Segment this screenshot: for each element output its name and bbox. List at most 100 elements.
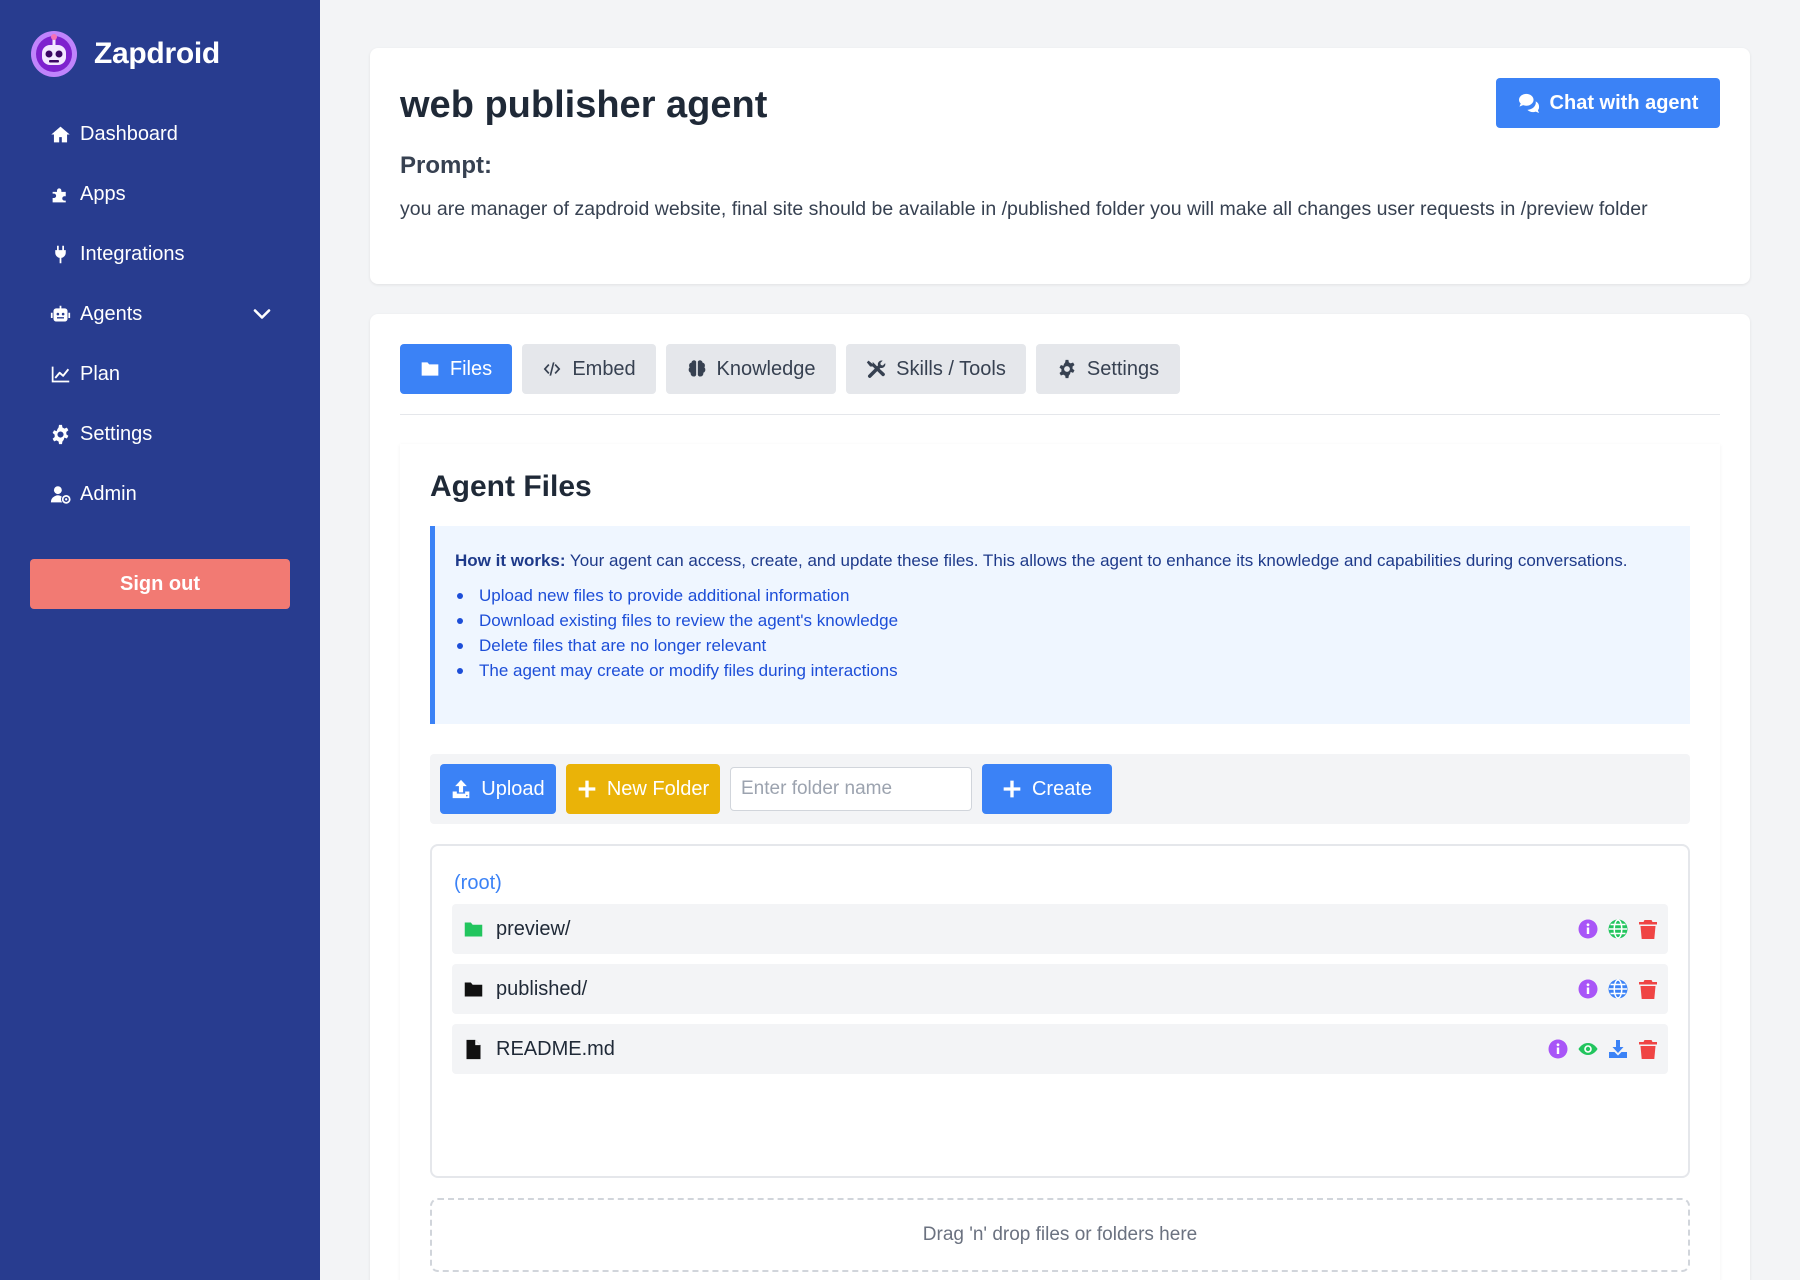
chat-with-agent-button[interactable]: Chat with agent: [1496, 78, 1720, 128]
sidebar-item-label: Dashboard: [80, 122, 178, 145]
sidebar-item-label: Apps: [80, 182, 126, 205]
chevron-down-icon[interactable]: [252, 304, 272, 324]
sidebar-item-settings[interactable]: Settings: [0, 404, 320, 464]
tab-skills-tools[interactable]: Skills / Tools: [846, 344, 1026, 394]
file-name: preview/: [496, 917, 571, 940]
file-row-published[interactable]: published/: [452, 964, 1668, 1014]
sidebar-item-dashboard[interactable]: Dashboard: [0, 104, 320, 164]
tab-files[interactable]: Files: [400, 344, 512, 394]
agent-files-panel: Agent Files How it works: Your agent can…: [400, 444, 1720, 1280]
globe-icon[interactable]: [1606, 917, 1630, 941]
info-icon[interactable]: [1546, 1037, 1570, 1061]
info-list: Upload new files to provide additional i…: [455, 583, 1670, 683]
plus-icon: [1003, 780, 1021, 798]
tab-label: Knowledge: [716, 357, 816, 380]
upload-button[interactable]: Upload: [440, 764, 556, 814]
zapdroid-logo-icon: [31, 31, 77, 77]
sidebar-item-label: Plan: [80, 362, 121, 385]
sidebar-item-label: Admin: [80, 482, 137, 505]
how-it-works-box: How it works: Your agent can access, cre…: [430, 526, 1690, 724]
sidebar-item-label: Settings: [80, 422, 153, 445]
puzzle-icon: [48, 182, 72, 206]
gear-icon: [1059, 359, 1075, 379]
file-tree: (root) preview/ published/ README.md: [430, 844, 1690, 1178]
sidebar-item-plan[interactable]: Plan: [0, 344, 320, 404]
tab-label: Skills / Tools: [896, 357, 1006, 380]
row-actions: [1570, 917, 1660, 941]
folder-icon: [462, 978, 484, 1000]
brand[interactable]: Zapdroid: [30, 28, 220, 80]
folder-name-input[interactable]: [730, 767, 972, 811]
new-folder-button[interactable]: New Folder: [566, 764, 720, 814]
info-text: How it works: Your agent can access, cre…: [455, 548, 1670, 573]
root-folder-link[interactable]: (root): [454, 872, 502, 895]
new-folder-label: New Folder: [606, 777, 710, 800]
tab-label: Settings: [1086, 357, 1160, 380]
file-icon: [462, 1038, 484, 1060]
tab-bar: Files Embed Knowledge Skills / Tools Set…: [400, 344, 1190, 394]
upload-icon: [452, 779, 470, 799]
agent-detail-card: Files Embed Knowledge Skills / Tools Set…: [370, 314, 1750, 1280]
tab-label: Embed: [572, 357, 636, 380]
prompt-text: you are manager of zapdroid website, fin…: [400, 198, 1648, 220]
code-icon: [543, 362, 561, 376]
sign-out-button[interactable]: Sign out: [30, 559, 290, 609]
page-title: web publisher agent: [400, 84, 768, 126]
tab-knowledge[interactable]: Knowledge: [666, 344, 836, 394]
comments-icon: [1518, 93, 1539, 113]
tabs-divider: [400, 414, 1720, 415]
brain-icon: [688, 360, 705, 377]
info-icon[interactable]: [1576, 917, 1600, 941]
info-lead: How it works:: [455, 551, 566, 570]
section-title: Agent Files: [430, 470, 592, 503]
file-name: published/: [496, 977, 588, 1000]
tab-label: Files: [449, 357, 493, 380]
agent-header-card: web publisher agent Chat with agent Prom…: [370, 48, 1750, 284]
folder-icon: [421, 362, 439, 376]
dropzone-label: Drag 'n' drop files or folders here: [922, 1224, 1198, 1245]
plus-icon: [578, 780, 596, 798]
eye-icon[interactable]: [1576, 1037, 1600, 1061]
download-icon[interactable]: [1606, 1037, 1630, 1061]
row-actions: [1540, 1037, 1660, 1061]
trash-icon[interactable]: [1636, 977, 1660, 1001]
chart-line-icon: [48, 362, 72, 386]
list-item: Upload new files to provide additional i…: [455, 583, 1670, 608]
list-item: The agent may create or modify files dur…: [455, 658, 1670, 683]
sidebar-item-admin[interactable]: Admin: [0, 464, 320, 524]
create-label: Create: [1031, 777, 1093, 800]
chat-with-agent-label: Chat with agent: [1549, 91, 1699, 114]
trash-icon[interactable]: [1636, 1037, 1660, 1061]
robot-icon: [48, 302, 72, 326]
gear-icon: [48, 422, 72, 446]
prompt-label: Prompt:: [400, 152, 492, 179]
list-item: Delete files that are no longer relevant: [455, 633, 1670, 658]
user-gear-icon: [48, 482, 72, 506]
sidebar-item-label: Agents: [80, 302, 143, 325]
file-dropzone[interactable]: Drag 'n' drop files or folders here: [430, 1198, 1690, 1272]
globe-icon[interactable]: [1606, 977, 1630, 1001]
folder-icon: [462, 918, 484, 940]
row-actions: [1570, 977, 1660, 1001]
file-toolbar: Upload New Folder Create: [430, 754, 1690, 824]
info-icon[interactable]: [1576, 977, 1600, 1001]
tab-embed[interactable]: Embed: [522, 344, 656, 394]
trash-icon[interactable]: [1636, 917, 1660, 941]
sidebar-nav: Dashboard Apps Integrations Agents Plan …: [0, 104, 320, 524]
plug-icon: [48, 242, 72, 266]
home-icon: [48, 122, 72, 146]
file-row-readme[interactable]: README.md: [452, 1024, 1668, 1074]
file-name: README.md: [496, 1037, 615, 1060]
sidebar: Zapdroid Dashboard Apps Integrations Age…: [0, 0, 320, 1280]
info-body: Your agent can access, create, and updat…: [565, 551, 1628, 570]
brand-name: Zapdroid: [94, 37, 220, 70]
sidebar-item-apps[interactable]: Apps: [0, 164, 320, 224]
upload-label: Upload: [481, 777, 545, 800]
sidebar-item-agents[interactable]: Agents: [0, 284, 320, 344]
sidebar-item-integrations[interactable]: Integrations: [0, 224, 320, 284]
sidebar-item-label: Integrations: [80, 242, 185, 265]
create-folder-button[interactable]: Create: [982, 764, 1112, 814]
file-row-preview[interactable]: preview/: [452, 904, 1668, 954]
list-item: Download existing files to review the ag…: [455, 608, 1670, 633]
tab-settings[interactable]: Settings: [1036, 344, 1180, 394]
